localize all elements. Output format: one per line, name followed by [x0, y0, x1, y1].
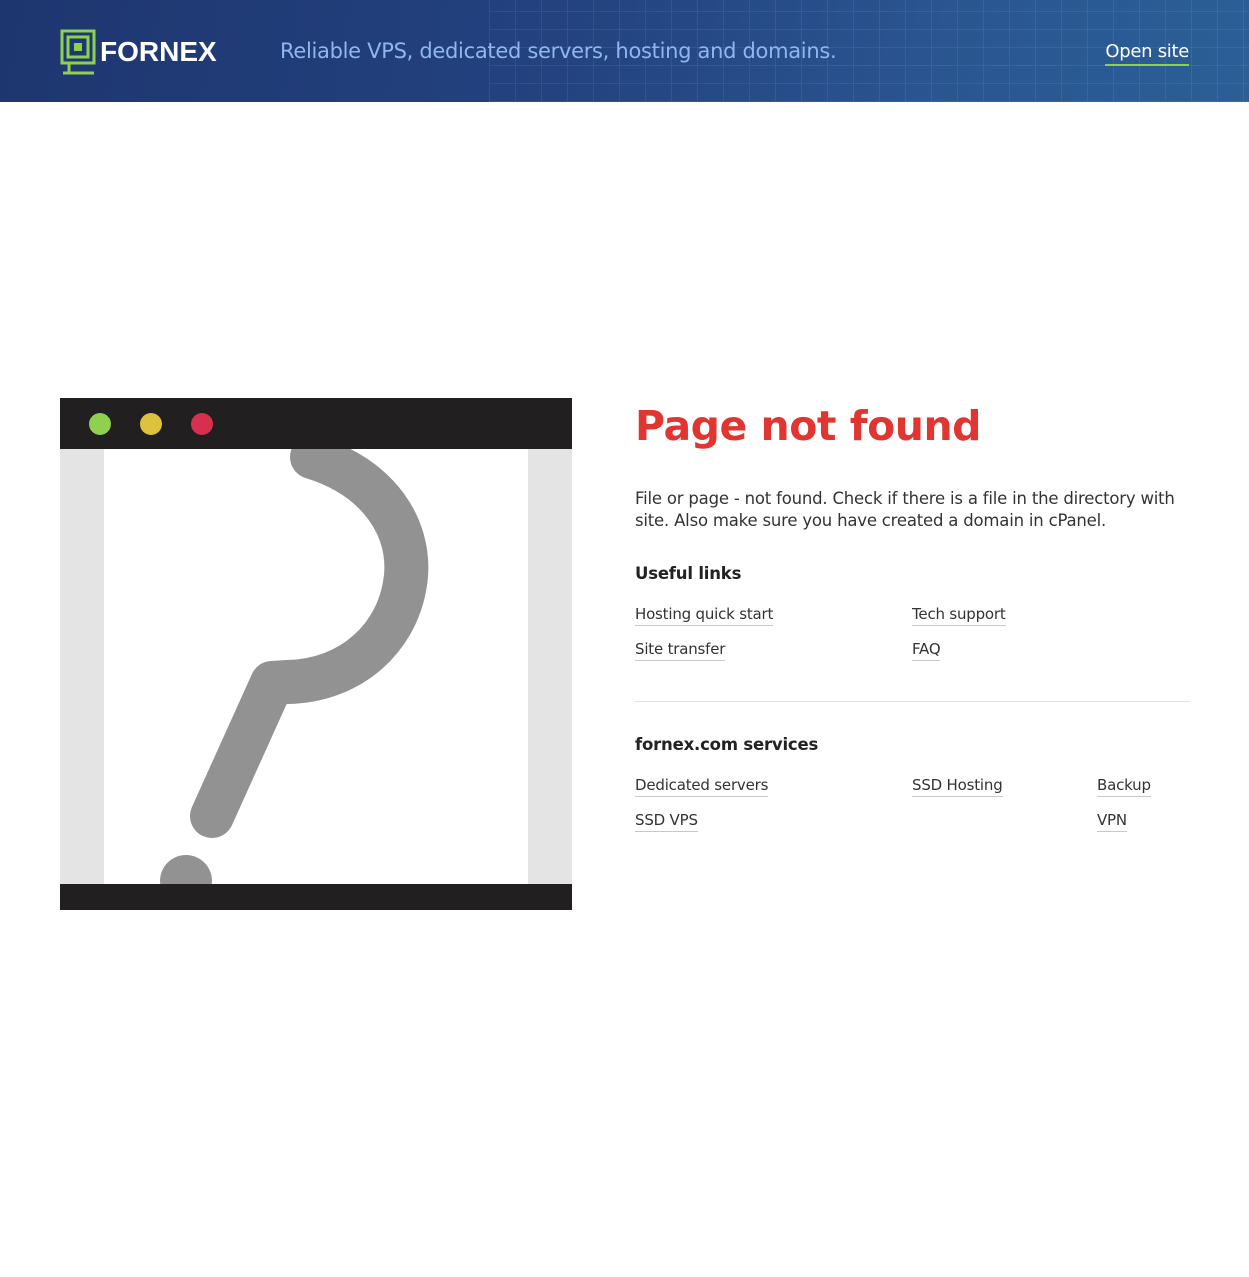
useful-links-title: Useful links	[635, 564, 742, 583]
page-title: Page not found	[635, 402, 982, 450]
site-header: FORNEX Reliable VPS, dedicated servers, …	[0, 0, 1249, 102]
link-backup[interactable]: Backup	[1097, 776, 1151, 797]
link-dedicated-servers[interactable]: Dedicated servers	[635, 776, 768, 797]
link-site-transfer[interactable]: Site transfer	[635, 640, 725, 661]
logo-text: FORNEX	[100, 36, 217, 67]
link-faq[interactable]: FAQ	[912, 640, 941, 661]
window-dot-yellow	[140, 413, 162, 435]
link-vpn[interactable]: VPN	[1097, 811, 1127, 832]
error-description: File or page - not found. Check if there…	[635, 489, 1175, 530]
services-title: fornex.com services	[635, 735, 819, 754]
link-ssd-vps[interactable]: SSD VPS	[635, 811, 698, 832]
logo[interactable]: FORNEX	[60, 29, 217, 75]
fornex-logo-icon	[60, 29, 96, 75]
page-not-found-illustration	[60, 398, 572, 910]
window-dot-green	[89, 413, 111, 435]
link-tech-support[interactable]: Tech support	[912, 605, 1006, 626]
header-tagline: Reliable VPS, dedicated servers, hosting…	[280, 39, 837, 63]
services-list: Dedicated servers SSD Hosting Backup SSD…	[635, 776, 1190, 846]
link-ssd-hosting[interactable]: SSD Hosting	[912, 776, 1003, 797]
useful-links-list: Hosting quick start Tech support Site tr…	[635, 605, 1190, 675]
main-content: Page not found File or page - not found.…	[635, 400, 1190, 846]
link-hosting-quick-start[interactable]: Hosting quick start	[635, 605, 773, 626]
open-site-link[interactable]: Open site	[1105, 41, 1189, 66]
section-divider	[635, 701, 1190, 702]
window-dot-red	[191, 413, 213, 435]
